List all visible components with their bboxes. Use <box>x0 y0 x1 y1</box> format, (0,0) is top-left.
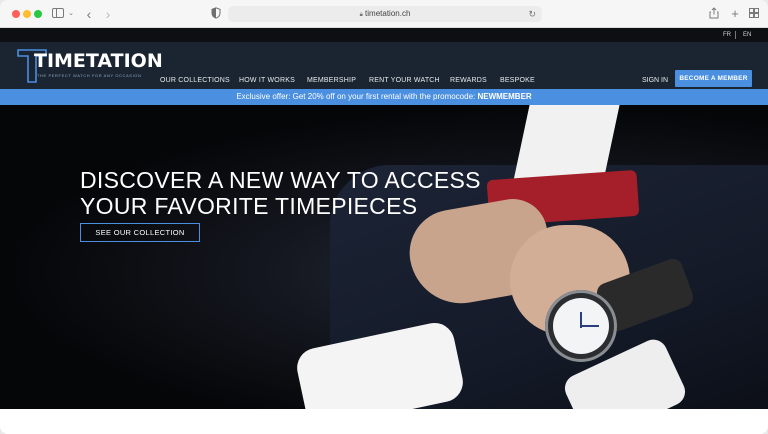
minimize-window-button[interactable] <box>23 10 31 18</box>
url-text: timetation.ch <box>365 9 411 18</box>
logo-wordmark: TIMETATION <box>34 50 163 72</box>
main-navbar: TIMETATION THE PERFECT WATCH FOR ANY OCC… <box>0 42 768 89</box>
nav-bespoke[interactable]: BESPOKE <box>500 76 535 85</box>
browser-window: ⌄ ‹ › 🔒︎ timetation.ch ↻ + FR EN TIMETAT… <box>0 0 768 434</box>
become-member-button[interactable]: BECOME A MEMBER <box>675 70 752 87</box>
promo-banner: Exclusive offer: Get 20% off on your fir… <box>0 89 768 105</box>
logo-tagline: THE PERFECT WATCH FOR ANY OCCASION <box>37 73 142 78</box>
new-tab-icon[interactable]: + <box>729 7 741 21</box>
hero-heading: DISCOVER A NEW WAY TO ACCESS YOUR FAVORI… <box>80 167 481 219</box>
lang-divider <box>735 31 736 39</box>
nav-membership[interactable]: MEMBERSHIP <box>307 76 356 85</box>
promo-text: Exclusive offer: Get 20% off on your fir… <box>236 92 478 101</box>
chevron-down-icon[interactable]: ⌄ <box>67 7 75 21</box>
shield-icon[interactable] <box>210 7 222 21</box>
language-bar: FR EN <box>0 28 768 42</box>
address-bar[interactable]: 🔒︎ timetation.ch ↻ <box>228 6 542 22</box>
site-logo[interactable]: TIMETATION THE PERFECT WATCH FOR ANY OCC… <box>17 49 163 83</box>
promo-code: NEWMEMBER <box>477 92 532 101</box>
forward-arrow-icon[interactable]: › <box>103 7 113 21</box>
lang-en-link[interactable]: EN <box>743 31 751 39</box>
zoom-window-button[interactable] <box>34 10 42 18</box>
close-window-button[interactable] <box>12 10 20 18</box>
reload-icon[interactable]: ↻ <box>528 8 536 20</box>
website: FR EN TIMETATION THE PERFECT WATCH FOR A… <box>0 28 768 409</box>
see-collection-button[interactable]: SEE OUR COLLECTION <box>80 223 200 242</box>
address-url: 🔒︎ timetation.ch <box>228 8 542 21</box>
browser-toolbar: ⌄ ‹ › 🔒︎ timetation.ch ↻ + <box>0 0 768 28</box>
sign-in-link[interactable]: SIGN IN <box>642 76 668 85</box>
sidebar-toggle-icon[interactable] <box>52 7 64 21</box>
back-arrow-icon[interactable]: ‹ <box>84 7 94 21</box>
share-icon[interactable] <box>708 7 720 21</box>
nav-rent-your-watch[interactable]: RENT YOUR WATCH <box>369 76 440 85</box>
lock-icon: 🔒︎ <box>359 12 363 18</box>
nav-our-collections[interactable]: OUR COLLECTIONS <box>160 76 230 85</box>
lang-fr-link[interactable]: FR <box>723 31 731 39</box>
hero-section: DISCOVER A NEW WAY TO ACCESS YOUR FAVORI… <box>0 105 768 409</box>
tab-overview-icon[interactable] <box>748 7 760 21</box>
hero-heading-line-1: DISCOVER A NEW WAY TO ACCESS <box>80 167 481 193</box>
hero-heading-line-2: YOUR FAVORITE TIMEPIECES <box>80 193 418 219</box>
nav-how-it-works[interactable]: HOW IT WORKS <box>239 76 295 85</box>
nav-rewards[interactable]: REWARDS <box>450 76 487 85</box>
